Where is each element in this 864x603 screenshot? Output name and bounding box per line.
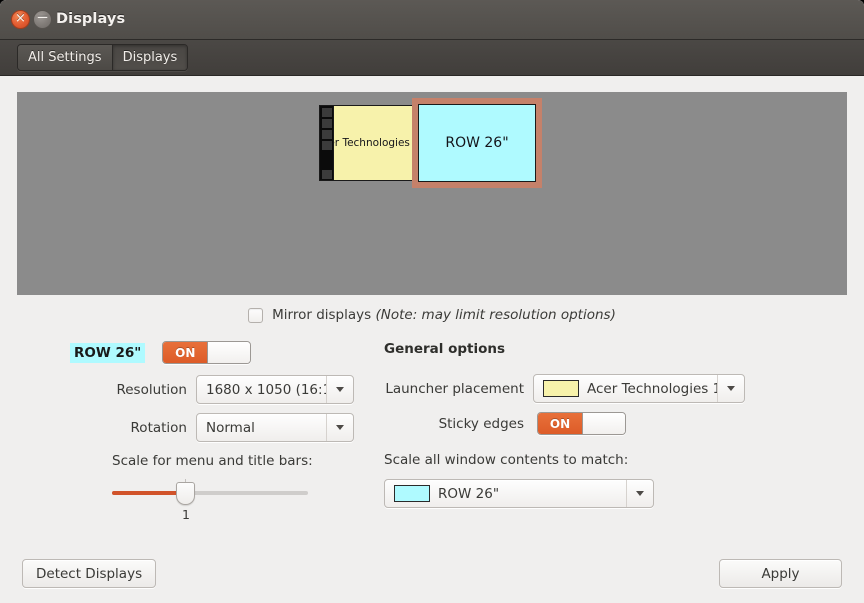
chevron-down-icon[interactable] [626,480,653,507]
launcher-placement-label: Launcher placement [385,380,524,397]
scale-contents-dropdown[interactable]: ROW 26" [384,479,654,508]
toolbar-tab-group: All Settings Displays [17,44,189,71]
mirror-displays-note: (Note: may limit resolution options) [375,307,616,323]
scale-contents-value: ROW 26" [438,485,500,502]
launcher-app-icon [322,108,332,117]
scale-menu-title: Scale for menu and title bars: [112,453,313,469]
minimize-icon[interactable]: − [33,10,52,29]
monitor-row-26-selection[interactable]: ROW 26" [412,98,542,188]
mirror-displays-checkbox[interactable] [248,307,264,323]
resolution-value: 1680 x 1050 (16:10) [206,381,326,398]
launcher-placement-dropdown[interactable]: Acer Technologies 17" [533,374,745,403]
displays-settings-window: × − Displays All Settings Displays Acer [0,0,864,603]
mirror-displays-label: Mirror displays (Note: may limit resolut… [272,307,616,323]
window-title: Displays [56,11,126,27]
monitor-acer-technologies[interactable]: Acer Technologies 17" [319,105,414,181]
color-swatch [543,380,579,397]
general-options-column: General options Launcher placement Acer … [384,341,854,508]
monitor-row-26[interactable]: ROW 26" [418,104,536,182]
window-content: Acer Technologies 17" ROW 26" Mirror dis… [0,76,864,603]
scale-slider-handle[interactable] [176,482,195,505]
rotation-label: Rotation [130,419,187,436]
selected-display-name: ROW 26" [70,342,146,363]
detect-displays-button[interactable]: Detect Displays [22,559,157,588]
chevron-down-icon[interactable] [326,414,353,441]
window-titlebar: × − Displays [0,0,864,40]
launcher-app-icon [322,141,332,150]
sticky-edges-toggle-label: ON [538,413,582,434]
resolution-dropdown[interactable]: 1680 x 1050 (16:10) [196,375,354,404]
launcher-app-icon [322,119,332,128]
launcher-placement-value: Acer Technologies 17" [587,380,717,397]
window-toolbar: All Settings Displays [0,40,864,76]
close-icon[interactable]: × [11,10,30,29]
rotation-value: Normal [206,419,255,436]
tab-displays[interactable]: Displays [111,45,188,70]
monitor-label: ROW 26" [445,135,509,151]
sticky-edges-toggle[interactable]: ON [537,412,626,435]
unity-launcher-bar [320,106,334,180]
display-enabled-toggle-label: ON [163,342,208,363]
sticky-edges-toggle-knob [582,413,625,434]
display-enabled-toggle-knob [207,342,251,363]
apply-button[interactable]: Apply [719,559,842,588]
display-options-column: ROW 26" ON Resolution 1680 x 1050 (16:10… [0,341,380,522]
sticky-edges-label: Sticky edges [438,415,524,432]
tab-all-settings[interactable]: All Settings [18,45,112,70]
monitor-arrangement-preview[interactable]: Acer Technologies 17" ROW 26" [17,92,847,295]
resolution-label: Resolution [116,381,187,398]
launcher-separator [322,152,332,168]
display-enabled-toggle[interactable]: ON [162,341,252,364]
rotation-dropdown[interactable]: Normal [196,413,354,442]
launcher-app-icon [322,170,332,179]
color-swatch [394,485,430,502]
scale-contents-title: Scale all window contents to match: [384,452,629,468]
mirror-displays-row: Mirror displays (Note: may limit resolut… [0,307,864,323]
scale-slider-fill [112,491,184,495]
general-options-title: General options [384,341,506,357]
chevron-down-icon[interactable] [717,375,744,402]
chevron-down-icon[interactable] [326,376,353,403]
scale-slider-value: 1 [182,507,190,522]
launcher-app-icon [322,130,332,139]
mirror-displays-text: Mirror displays [272,307,372,323]
scale-slider[interactable]: 1 [112,477,308,522]
